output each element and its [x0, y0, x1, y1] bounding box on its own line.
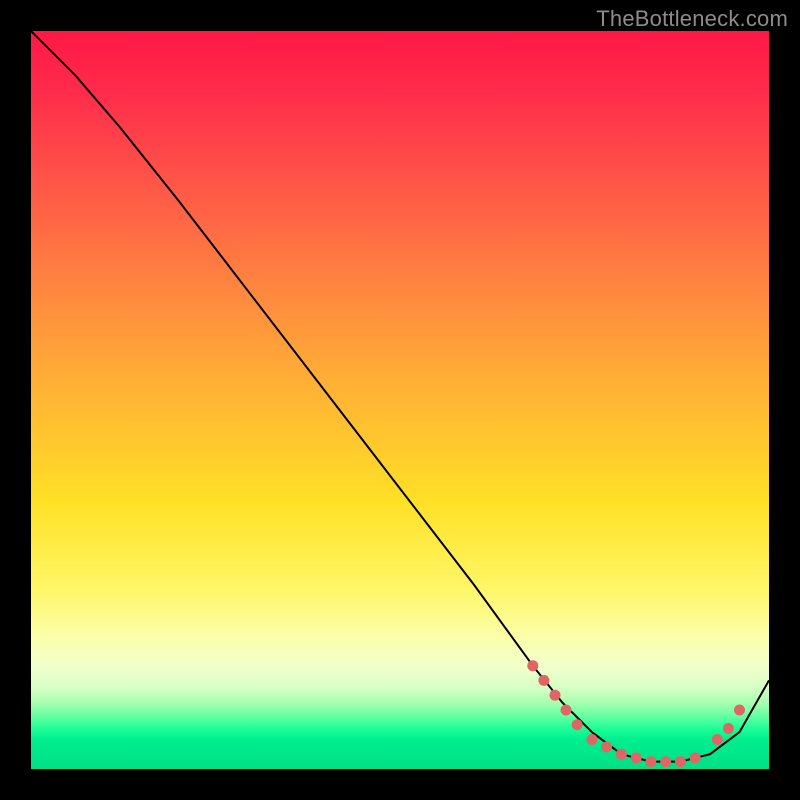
data-point — [645, 756, 656, 767]
curve-layer — [31, 31, 769, 769]
plot-area — [31, 31, 769, 769]
data-point — [586, 734, 597, 745]
data-point — [601, 741, 612, 752]
data-point — [723, 723, 734, 734]
data-point — [561, 705, 572, 716]
data-point — [734, 705, 745, 716]
data-point — [527, 660, 538, 671]
data-point — [550, 690, 561, 701]
data-point — [712, 734, 723, 745]
chart-frame: TheBottleneck.com — [0, 0, 800, 800]
data-point — [675, 756, 686, 767]
data-point — [572, 719, 583, 730]
watermark-text: TheBottleneck.com — [596, 6, 788, 32]
data-point — [690, 752, 701, 763]
data-point — [631, 752, 642, 763]
data-point — [616, 749, 627, 760]
bottleneck-curve — [31, 31, 769, 762]
data-point — [538, 675, 549, 686]
data-points — [527, 660, 745, 767]
data-point — [660, 756, 671, 767]
